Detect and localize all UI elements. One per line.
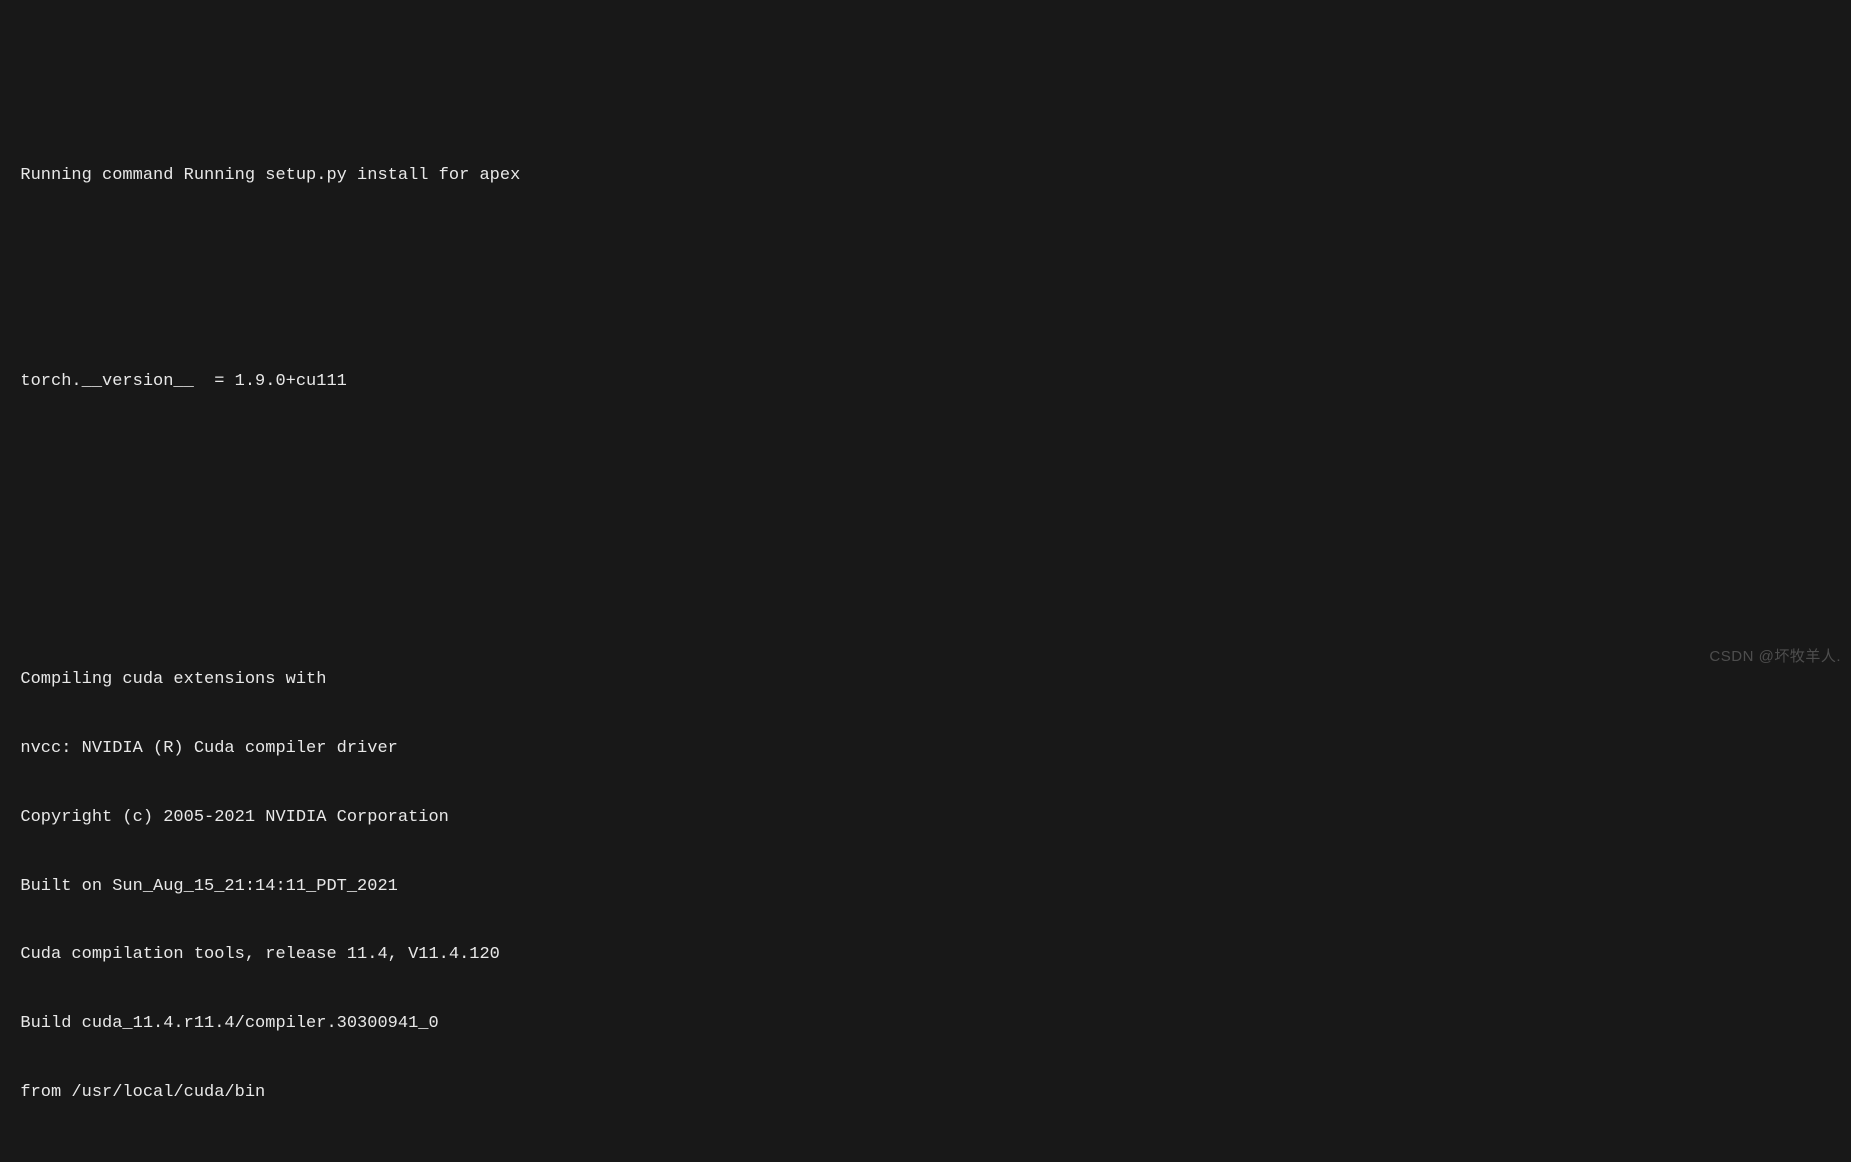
terminal-output[interactable]: Running command Running setup.py install… [0, 96, 1851, 673]
nvcc-line: nvcc: NVIDIA (R) Cuda compiler driver [0, 738, 1851, 761]
blank-line [0, 302, 1851, 325]
blank-line [0, 440, 1851, 463]
running-command-line: Running command Running setup.py install… [0, 165, 1851, 188]
torch-version-line: torch.__version__ = 1.9.0+cu111 [0, 371, 1851, 394]
build-id-line: Build cuda_11.4.r11.4/compiler.30300941_… [0, 1013, 1851, 1036]
compile-header: Compiling cuda extensions with [0, 669, 1851, 692]
built-on-line: Built on Sun_Aug_15_21:14:11_PDT_2021 [0, 876, 1851, 899]
blank-line [0, 509, 1851, 532]
csdn-watermark: CSDN @坏牧羊人. [1709, 647, 1841, 667]
blank-line [0, 1151, 1851, 1162]
copyright-line: Copyright (c) 2005-2021 NVIDIA Corporati… [0, 807, 1851, 830]
cuda-tools-line: Cuda compilation tools, release 11.4, V1… [0, 944, 1851, 967]
from-path-line: from /usr/local/cuda/bin [0, 1082, 1851, 1105]
blank-line [0, 233, 1851, 256]
